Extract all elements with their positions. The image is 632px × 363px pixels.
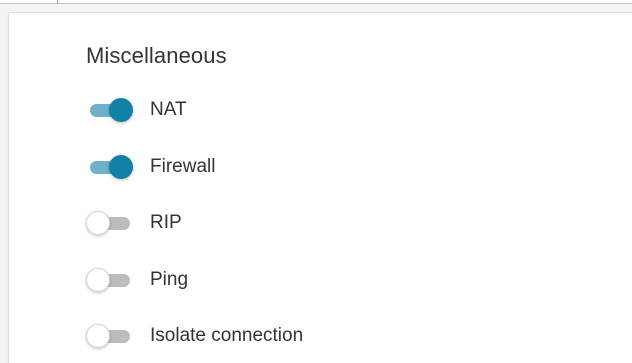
section-title: Miscellaneous	[86, 43, 227, 68]
option-nat[interactable]: NAT	[86, 95, 187, 125]
settings-page: Miscellaneous NAT Firewall RIP Ping Isol…	[0, 0, 632, 363]
rip-label: RIP	[150, 212, 182, 233]
toggle-knob	[86, 211, 110, 235]
nat-toggle[interactable]	[86, 95, 134, 125]
ping-toggle[interactable]	[86, 265, 134, 295]
nat-label: NAT	[150, 99, 187, 120]
toggle-knob	[86, 268, 110, 292]
option-firewall[interactable]: Firewall	[86, 152, 215, 182]
isolate-connection-label: Isolate connection	[150, 325, 304, 346]
ping-label: Ping	[150, 269, 189, 290]
option-isolate-connection[interactable]: Isolate connection	[86, 321, 303, 351]
firewall-toggle[interactable]	[86, 152, 134, 182]
misc-settings-card: Miscellaneous NAT Firewall RIP Ping Isol…	[8, 12, 632, 363]
isolate-connection-toggle[interactable]	[86, 321, 134, 351]
option-rip[interactable]: RIP	[86, 208, 182, 238]
firewall-label: Firewall	[150, 156, 216, 177]
top-divider-tick	[57, 0, 58, 4]
toggle-knob	[109, 155, 133, 179]
toggle-knob	[109, 98, 133, 122]
option-ping[interactable]: Ping	[86, 265, 188, 295]
top-divider	[0, 0, 632, 4]
toggle-knob	[86, 324, 110, 348]
rip-toggle[interactable]	[86, 208, 134, 238]
